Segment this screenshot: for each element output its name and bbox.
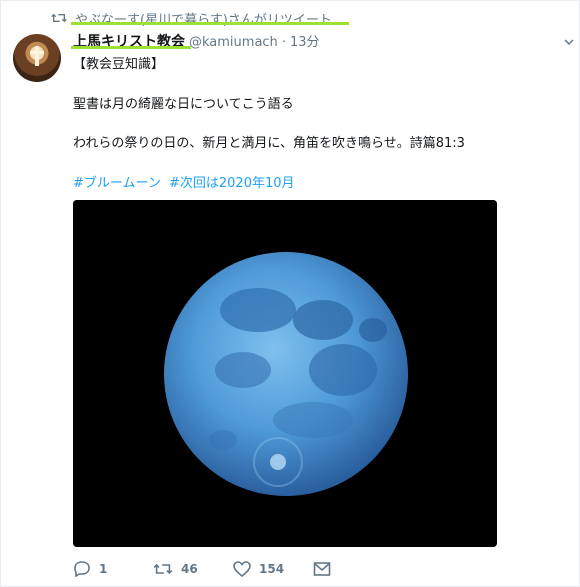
blue-moon-image: [73, 200, 497, 547]
reply-button[interactable]: 1: [73, 561, 153, 577]
retweet-button[interactable]: 46: [153, 561, 233, 577]
hashtag-next[interactable]: #次回は2020年10月: [169, 176, 295, 191]
tweet-text-line2: 聖書は月の綺麗な日についてこう語る: [73, 97, 294, 112]
message-icon: [313, 562, 331, 576]
tweet-text-line1: 【教会豆知識】: [73, 57, 165, 72]
like-button[interactable]: 154: [233, 561, 313, 577]
hashtag-bluemoon[interactable]: #ブルームーン: [73, 176, 161, 191]
reply-count: 1: [99, 562, 108, 576]
tweet-time[interactable]: 13分: [290, 31, 320, 50]
retweet-context[interactable]: やぶなーす(星川で暮らす)さんがリツイート: [51, 8, 332, 28]
reply-icon: [74, 561, 90, 577]
separator-dot: ·: [281, 35, 286, 50]
tweet-image[interactable]: [73, 200, 497, 547]
chevron-down-icon[interactable]: [564, 37, 574, 47]
tweet-actions: 1 46 154: [73, 558, 339, 580]
retweet-icon: [51, 13, 67, 23]
avatar[interactable]: [13, 34, 61, 82]
message-button[interactable]: [313, 561, 339, 577]
tweet-text-line3: われらの祭りの日の、新月と満月に、角笛を吹き鳴らせ。詩篇81:3: [73, 136, 465, 151]
heart-icon: [233, 561, 251, 577]
hashtags: #ブルームーン #次回は2020年10月: [73, 172, 299, 191]
like-count: 154: [259, 562, 285, 576]
retweet-count: 46: [181, 562, 198, 576]
retweet-icon: [153, 563, 173, 575]
highlight-underline: [71, 22, 349, 25]
highlight-underline-name: [71, 46, 191, 49]
tweet-card[interactable]: やぶなーす(星川で暮らす)さんがリツイート 上馬キリスト教会 @kamiumac…: [0, 0, 580, 587]
author-handle[interactable]: @kamiumach: [189, 35, 278, 50]
